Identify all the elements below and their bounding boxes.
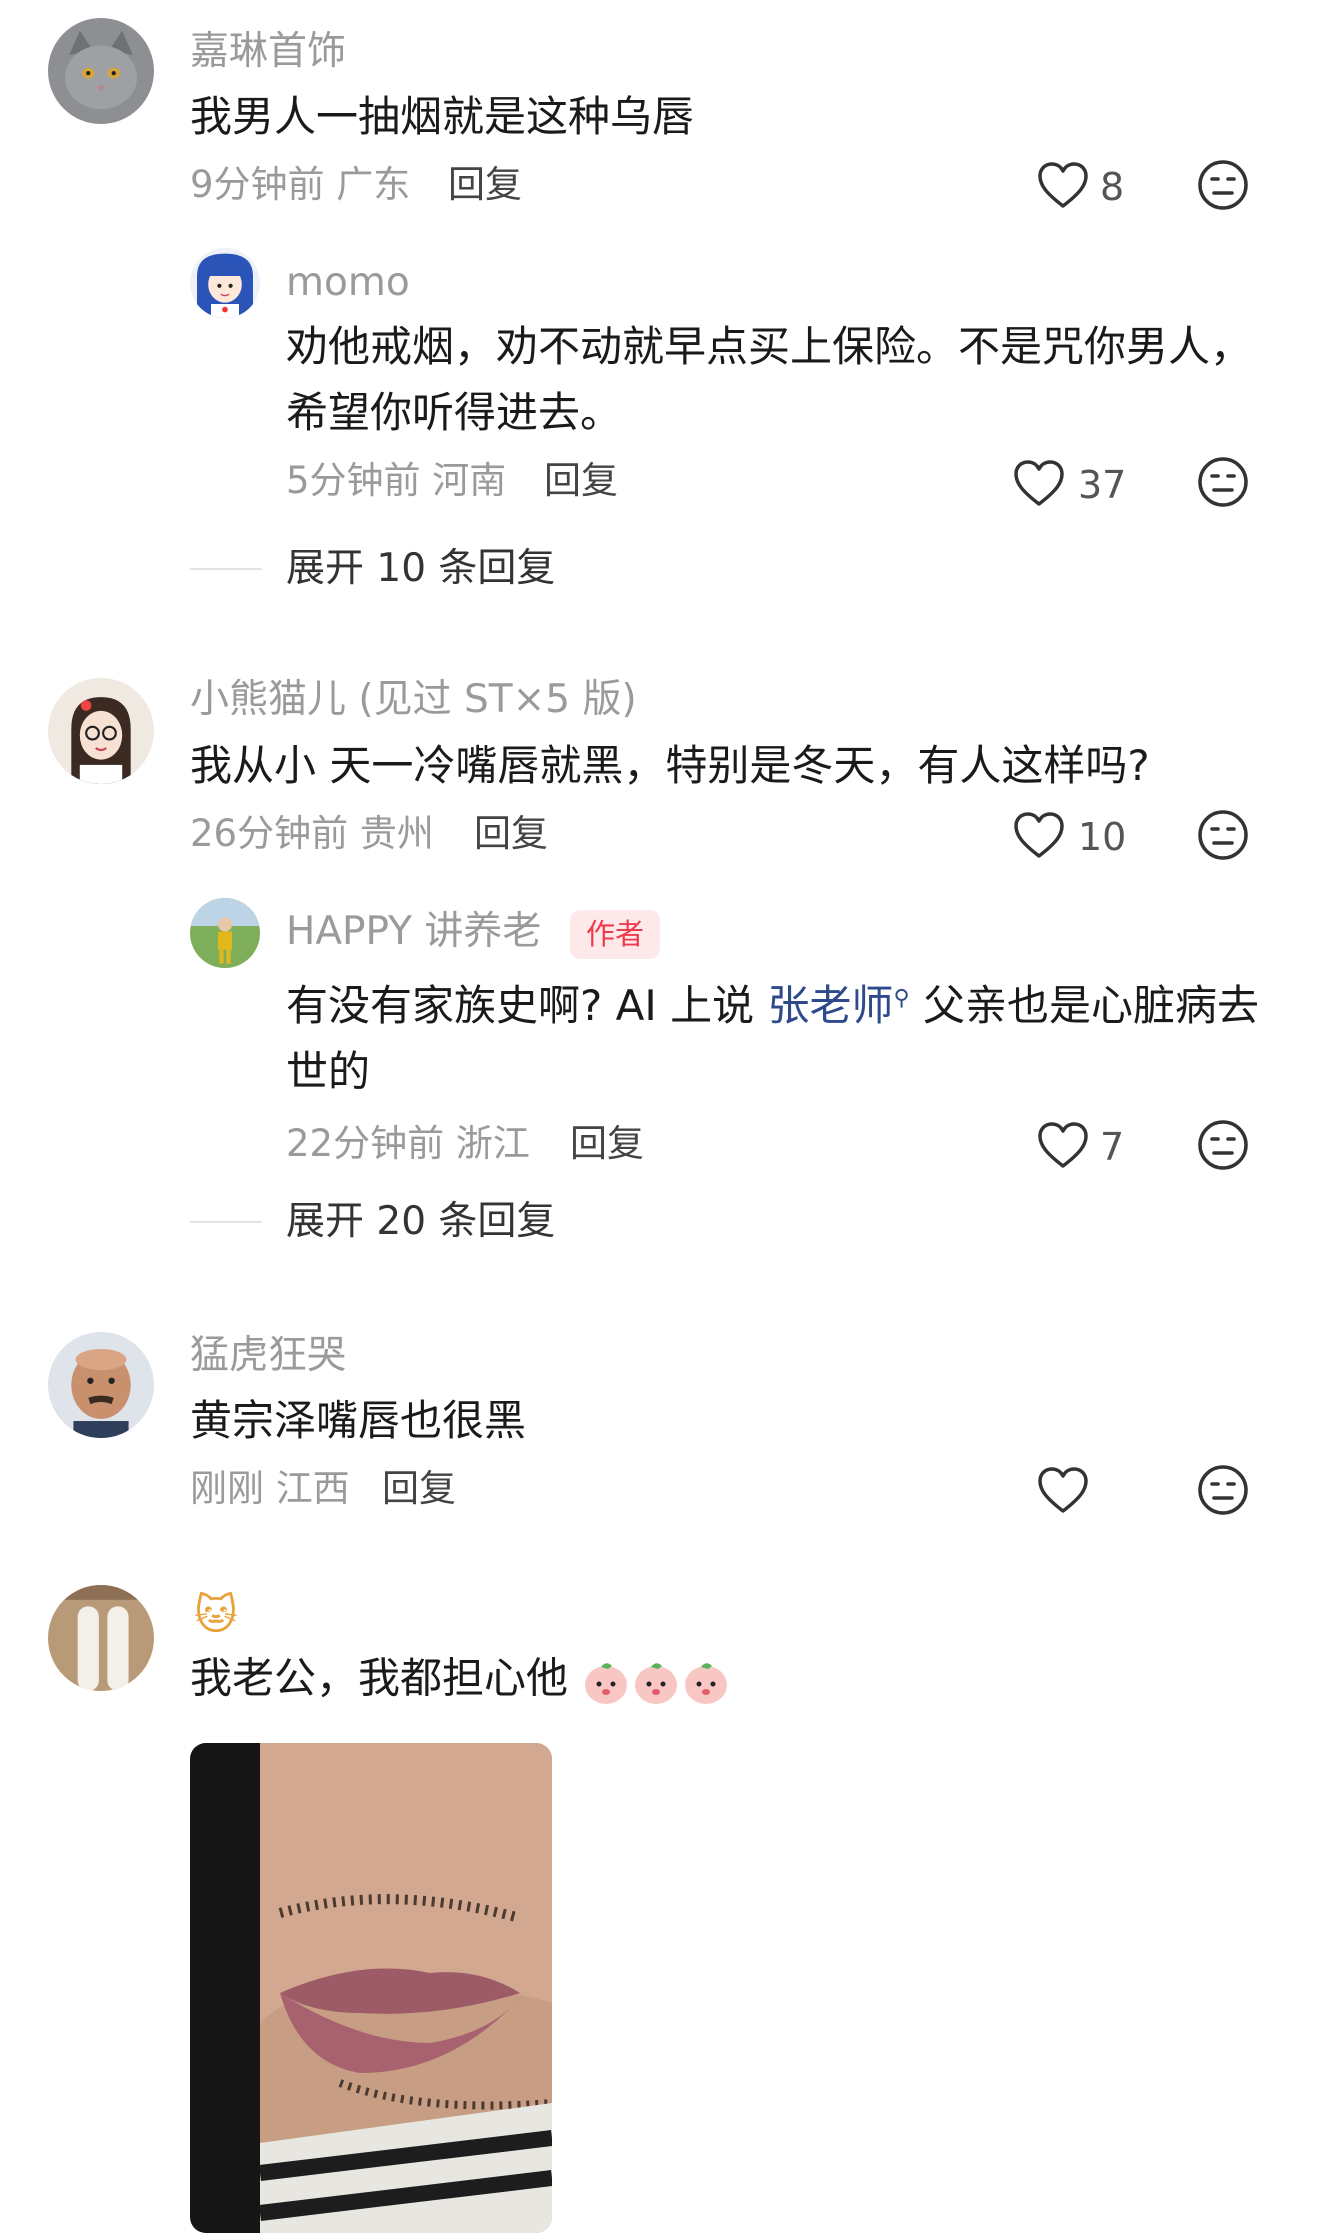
reply-text-before: 有没有家族史啊? AI 上说 — [286, 981, 768, 1030]
avatar[interactable] — [48, 1585, 154, 1691]
peach-face-emoji-icon — [631, 1656, 681, 1706]
reply-text: 有没有家族史啊? AI 上说 张老师⚲ 父亲也是心脏病去世的 — [286, 966, 1266, 1105]
like-heart-icon[interactable] — [1036, 1120, 1090, 1170]
comment-author[interactable]: 嘉琳首饰 — [190, 32, 346, 71]
peach-face-emoji-icon — [581, 1656, 631, 1706]
like-count: 37 — [1078, 463, 1127, 507]
reply-button[interactable]: 回复 — [448, 166, 522, 203]
reply-time-location: 22分钟前 浙江 — [286, 1122, 530, 1165]
mention-link[interactable]: 张老师 — [767, 981, 893, 1030]
like-heart-icon[interactable] — [1012, 810, 1066, 860]
avatar[interactable] — [48, 678, 154, 784]
peach-face-emoji-icon — [681, 1656, 731, 1706]
reply-author[interactable]: momo — [286, 263, 410, 302]
avatar[interactable] — [48, 1332, 154, 1438]
author-badge: 作者 — [570, 910, 661, 959]
expand-replies-button[interactable]: 展开 10 条回复 — [286, 549, 555, 588]
cat-face-emoji-icon[interactable]: 🐱 — [194, 1594, 238, 1636]
reply-time-location: 5分钟前 河南 — [286, 459, 507, 502]
reply-text: 劝他戒烟，劝不动就早点买上保险。不是咒你男人，希望你听得进去。 — [286, 322, 1253, 437]
avatar[interactable] — [48, 18, 154, 124]
reply-button[interactable]: 回复 — [570, 1125, 644, 1162]
avatar[interactable] — [190, 248, 260, 318]
like-heart-icon[interactable] — [1036, 160, 1090, 210]
comment-text: 我老公，我都担心他 — [190, 1656, 731, 1706]
comment-image[interactable] — [190, 1743, 552, 2233]
expand-divider — [190, 568, 262, 570]
comment-time-location: 9分钟前 广东 — [190, 163, 411, 206]
comment-time-location: 刚刚 江西 — [190, 1467, 350, 1510]
comment-time-location: 26分钟前 贵州 — [190, 812, 434, 855]
dislike-face-icon[interactable] — [1196, 808, 1250, 862]
like-heart-icon[interactable] — [1036, 1465, 1090, 1515]
expand-replies-button[interactable]: 展开 20 条回复 — [286, 1202, 555, 1241]
comment-author[interactable]: 猛虎狂哭 — [190, 1336, 346, 1375]
expand-divider — [190, 1221, 262, 1223]
comment-text: 我男人一抽烟就是这种乌唇 — [190, 92, 695, 141]
like-heart-icon[interactable] — [1012, 458, 1066, 508]
comment-text: 我从小 天一冷嘴唇就黑，特别是冬天，有人这样吗? — [190, 741, 1150, 790]
like-count: 7 — [1100, 1125, 1125, 1169]
reply-button[interactable]: 回复 — [382, 1470, 456, 1507]
dislike-face-icon[interactable] — [1196, 158, 1250, 212]
dislike-face-icon[interactable] — [1196, 455, 1250, 509]
search-icon[interactable]: ⚲ — [893, 986, 909, 1011]
comment-author[interactable]: 小熊猫儿 (见过 ST×5 版) — [190, 680, 637, 719]
like-count: 8 — [1100, 165, 1125, 209]
dislike-face-icon[interactable] — [1196, 1118, 1250, 1172]
like-count: 10 — [1078, 815, 1127, 859]
comment-text-content: 我老公，我都担心他 — [190, 1653, 569, 1703]
comment-text: 黄宗泽嘴唇也很黑 — [190, 1396, 527, 1445]
reply-button[interactable]: 回复 — [544, 462, 618, 499]
dislike-face-icon[interactable] — [1196, 1463, 1250, 1517]
reply-author[interactable]: HAPPY 讲养老 — [286, 912, 541, 951]
avatar[interactable] — [190, 898, 260, 968]
reply-button[interactable]: 回复 — [474, 815, 548, 852]
